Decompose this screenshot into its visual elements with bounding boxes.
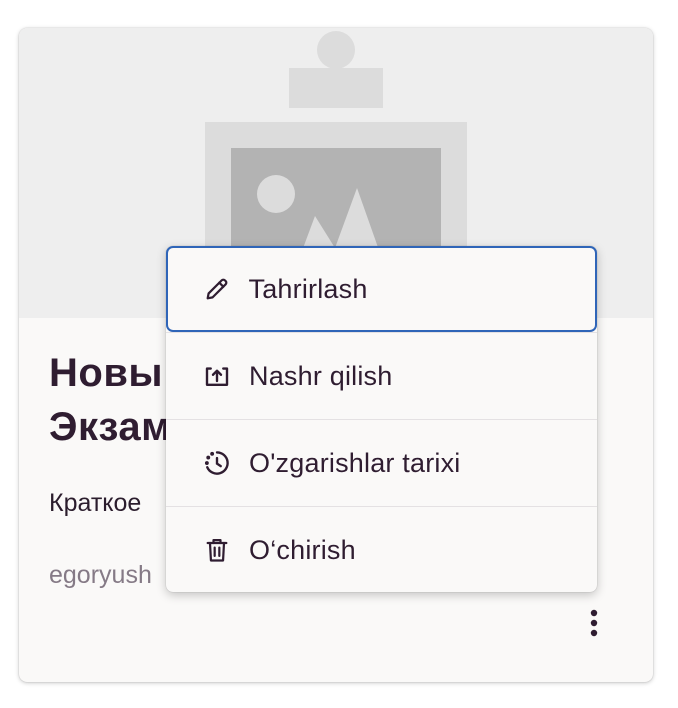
history-icon: [202, 448, 232, 478]
card-actions-menu: Tahrirlash Nashr qilish O'zgarishlar tar…: [166, 246, 597, 592]
pencil-icon: [202, 274, 232, 304]
menu-item-label: Nashr qilish: [249, 360, 393, 391]
menu-item-label: O‘chirish: [249, 534, 356, 565]
more-vertical-icon: [590, 609, 598, 637]
menu-item-publish[interactable]: Nashr qilish: [166, 333, 597, 419]
more-options-button[interactable]: [577, 603, 611, 643]
publish-icon: [202, 361, 232, 391]
menu-item-history[interactable]: O'zgarishlar tarixi: [166, 420, 597, 506]
trash-icon: [202, 535, 232, 565]
menu-item-label: O'zgarishlar tarixi: [249, 447, 461, 478]
card-author: egoryush: [49, 561, 152, 589]
menu-item-edit[interactable]: Tahrirlash: [166, 246, 597, 332]
card-description: Краткое: [49, 489, 142, 517]
menu-item-delete[interactable]: O‘chirish: [166, 507, 597, 593]
menu-item-label: Tahrirlash: [248, 273, 368, 304]
